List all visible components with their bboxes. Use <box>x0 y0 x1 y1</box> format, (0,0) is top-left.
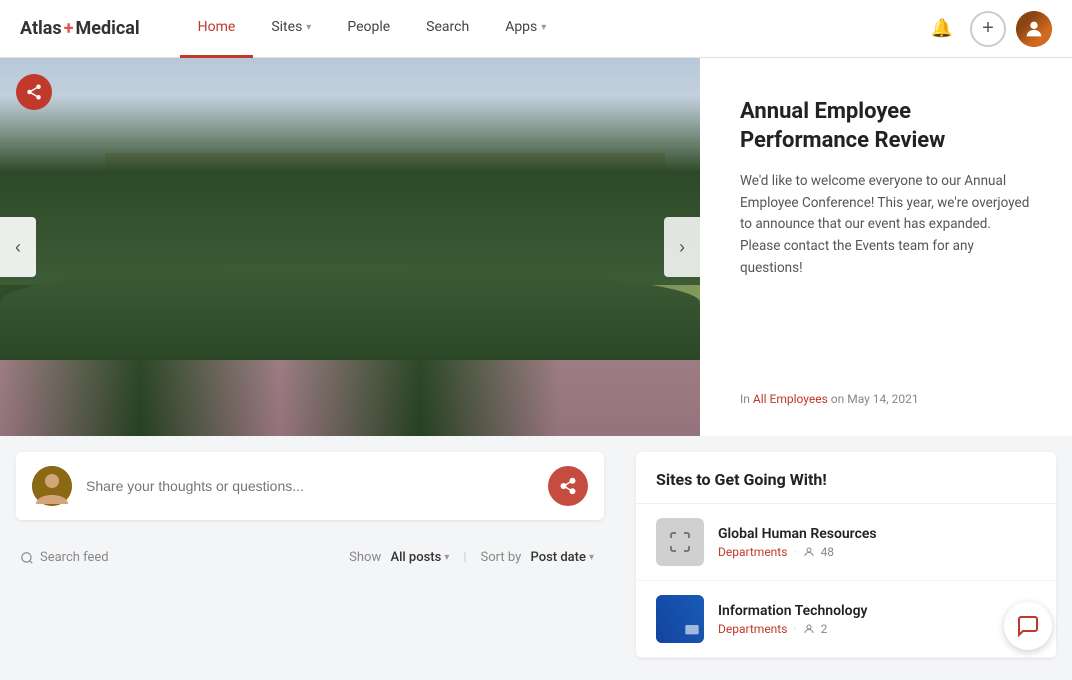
show-filter-value: All posts <box>390 550 441 565</box>
main-nav: Home Sites ▾ People Search Apps ▾ <box>180 0 924 58</box>
right-panel: Sites to Get Going With! Global Human Re… <box>620 436 1072 674</box>
nav-item-search[interactable]: Search <box>408 0 487 58</box>
site-info-global-hr: Global Human Resources Departments · 48 <box>718 526 1036 559</box>
hero-title: Annual Employee Performance Review <box>740 98 1032 155</box>
brand-logo[interactable]: Atlas + Medical <box>20 18 140 39</box>
hero-image-container: ‹ › <box>0 58 700 436</box>
sites-card-header: Sites to Get Going With! <box>636 452 1056 504</box>
nav-item-apps[interactable]: Apps ▾ <box>487 0 564 58</box>
meta-separator: · <box>793 545 796 559</box>
hero-section: ‹ › Annual Employee Performance Review W… <box>0 58 1072 436</box>
left-panel: Search feed Show All posts ▾ | Sort by P… <box>0 436 620 674</box>
site-member-count: 2 <box>821 622 828 636</box>
hero-trees <box>0 96 700 285</box>
site-member-count: 48 <box>821 545 835 559</box>
hero-prev-button[interactable]: ‹ <box>0 217 36 277</box>
hero-next-button[interactable]: › <box>664 217 700 277</box>
sort-filter-value: Post date <box>531 550 586 565</box>
hero-meta-link[interactable]: All Employees <box>753 392 828 406</box>
brand-cross: + <box>64 18 74 39</box>
site-icon-global-hr <box>656 518 704 566</box>
sort-filter-dropdown[interactable]: Sort by Post date ▾ <box>475 546 600 569</box>
site-item[interactable]: Global Human Resources Departments · 48 <box>636 504 1056 581</box>
site-name: Global Human Resources <box>718 526 1036 542</box>
floating-chat-button[interactable] <box>1004 602 1052 650</box>
navbar-actions: 🔔 + <box>924 11 1052 47</box>
chevron-down-icon: ▾ <box>589 552 594 563</box>
add-button[interactable]: + <box>970 11 1006 47</box>
content-area: Search feed Show All posts ▾ | Sort by P… <box>0 436 1072 674</box>
filter-separator: | <box>463 550 466 565</box>
plus-icon: + <box>982 17 994 40</box>
sites-card: Sites to Get Going With! Global Human Re… <box>636 452 1056 658</box>
site-meta: Departments · 2 <box>718 622 1036 636</box>
search-feed-button[interactable]: Search feed <box>20 550 109 565</box>
site-dept-label: Departments <box>718 622 787 636</box>
hero-meta: In All Employees on May 14, 2021 <box>740 392 1032 406</box>
site-name: Information Technology <box>718 603 1036 619</box>
sort-filter-label: Sort by <box>481 550 522 565</box>
site-item[interactable]: Information Technology Departments · 2 <box>636 581 1056 658</box>
brand-name-part2: Medical <box>76 18 140 39</box>
site-dept-label: Departments <box>718 545 787 559</box>
nav-item-sites[interactable]: Sites ▾ <box>253 0 329 58</box>
brand-name-part1: Atlas <box>20 18 62 39</box>
hero-description: We'd like to welcome everyone to our Ann… <box>740 171 1032 372</box>
avatar <box>1016 11 1052 47</box>
chevron-down-icon: ▾ <box>541 22 546 33</box>
nav-item-people[interactable]: People <box>329 0 408 58</box>
hero-image <box>0 58 700 436</box>
hero-share-icon[interactable] <box>16 74 52 110</box>
nav-item-home[interactable]: Home <box>180 0 254 58</box>
show-filter-label: Show <box>349 550 381 565</box>
site-thumbnail-it <box>656 595 704 643</box>
search-feed-label: Search feed <box>40 550 109 565</box>
site-info-it: Information Technology Departments · 2 <box>718 603 1036 636</box>
hero-content: Annual Employee Performance Review We'd … <box>700 58 1072 436</box>
user-avatar-button[interactable] <box>1016 11 1052 47</box>
notification-button[interactable]: 🔔 <box>924 11 960 47</box>
bell-icon: 🔔 <box>931 18 953 39</box>
navbar: Atlas + Medical Home Sites ▾ People Sear… <box>0 0 1072 58</box>
feed-toolbar: Search feed Show All posts ▾ | Sort by P… <box>16 536 604 579</box>
site-meta: Departments · 48 <box>718 545 1036 559</box>
chevron-down-icon: ▾ <box>444 552 449 563</box>
meta-separator: · <box>793 622 796 636</box>
chevron-down-icon: ▾ <box>306 22 311 33</box>
show-filter-dropdown[interactable]: Show All posts ▾ <box>343 546 455 569</box>
share-input[interactable] <box>86 478 534 494</box>
share-avatar <box>32 466 72 506</box>
share-submit-button[interactable] <box>548 466 588 506</box>
hero-flowers <box>0 360 700 436</box>
feed-filters: Show All posts ▾ | Sort by Post date ▾ <box>343 546 600 569</box>
share-box <box>16 452 604 520</box>
